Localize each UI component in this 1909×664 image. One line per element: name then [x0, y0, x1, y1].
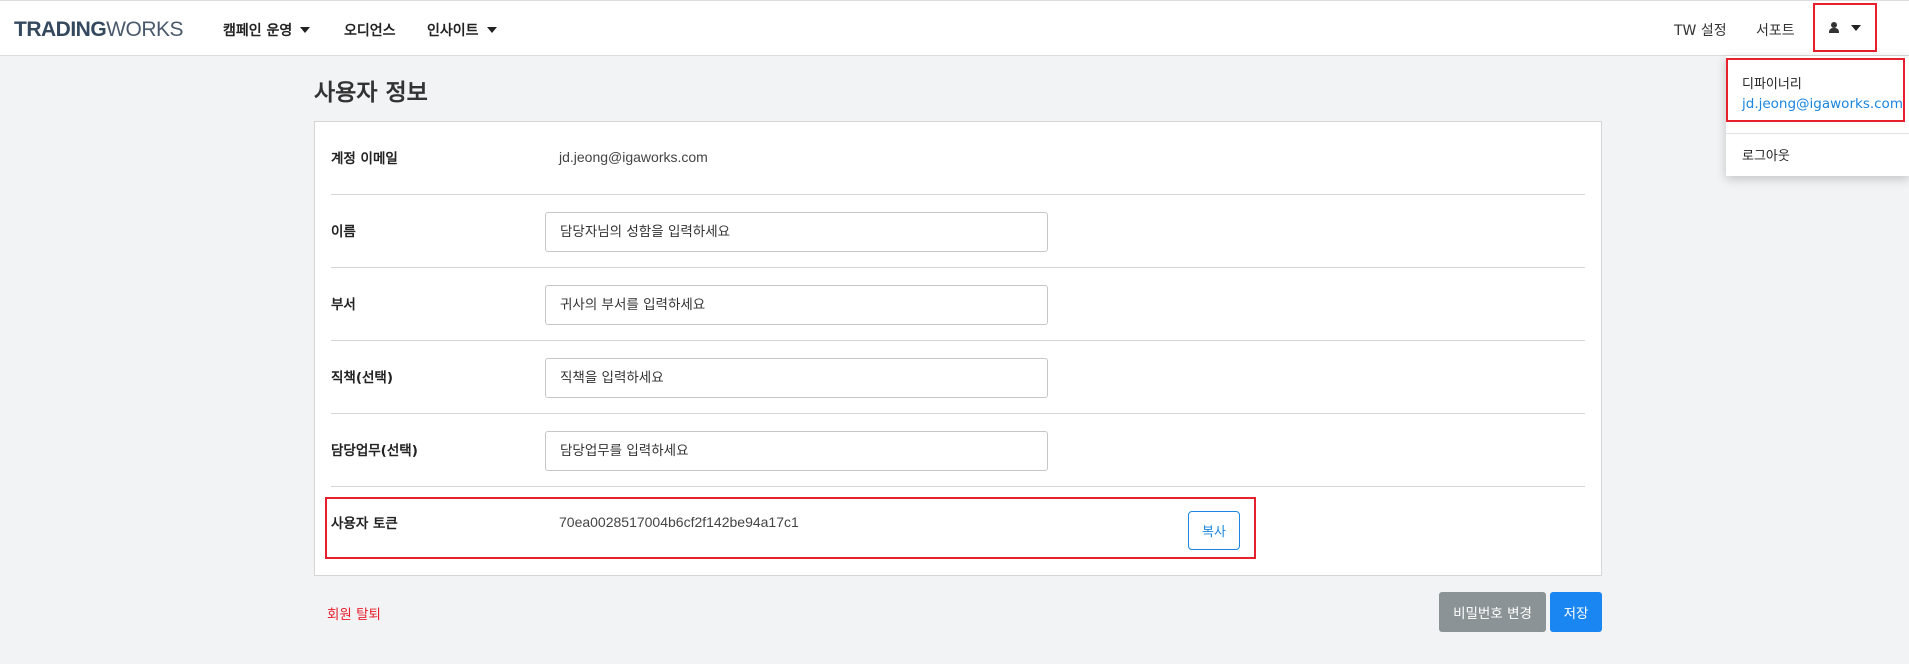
chevron-down-icon	[300, 27, 311, 33]
account-email-label: 계정 이메일	[331, 151, 398, 167]
chevron-down-icon	[486, 27, 497, 33]
dropdown-user-name: 디파이너리	[1742, 77, 1802, 92]
name-label: 이름	[331, 224, 356, 240]
row-account-email: 계정 이메일 jd.jeong@igaworks.com	[331, 122, 1585, 195]
user-token-highlight	[325, 497, 1256, 559]
logout-menu-item[interactable]: 로그아웃	[1742, 145, 1790, 164]
logo-bold-text: TRADING	[14, 18, 107, 41]
nav-insight[interactable]: 인사이트	[427, 20, 497, 40]
responsibility-input[interactable]	[545, 431, 1048, 471]
nav-support[interactable]: 서포트	[1756, 20, 1795, 40]
nav-campaign-operation[interactable]: 캠페인 운영	[223, 20, 311, 40]
nav-tw-settings[interactable]: TW 설정	[1674, 20, 1727, 40]
department-input[interactable]	[545, 285, 1048, 325]
position-input[interactable]	[545, 358, 1048, 398]
nav-audience-label: 오디언스	[344, 23, 396, 39]
nav-audience[interactable]: 오디언스	[344, 20, 396, 40]
user-icon	[1829, 22, 1839, 33]
copy-token-button[interactable]: 복사	[1188, 511, 1240, 550]
row-position: 직책(선택)	[331, 341, 1585, 414]
position-label: 직책(선택)	[331, 370, 394, 386]
user-dropdown-menu: 디파이너리 jd.jeong@igaworks.com 로그아웃	[1726, 56, 1909, 176]
name-input[interactable]	[545, 212, 1048, 252]
chevron-down-icon	[1851, 24, 1861, 31]
withdraw-membership-link[interactable]: 회원 탈퇴	[327, 603, 381, 623]
row-name: 이름	[331, 195, 1585, 268]
logo-light-text: WORKS	[106, 18, 184, 41]
row-responsibility: 담당업무(선택)	[331, 414, 1585, 487]
top-navigation-bar: TRADINGWORKS 캠페인 운영 오디언스 인사이트 TW 설정 서포트	[0, 0, 1909, 56]
row-department: 부서	[331, 268, 1585, 341]
user-menu-button[interactable]	[1813, 3, 1877, 52]
department-label: 부서	[331, 297, 356, 313]
tradingworks-logo[interactable]: TRADINGWORKS	[14, 18, 184, 42]
dropdown-user-info: 디파이너리 jd.jeong@igaworks.com	[1726, 58, 1905, 122]
account-email-value: jd.jeong@igaworks.com	[559, 149, 708, 165]
dropdown-user-email[interactable]: jd.jeong@igaworks.com	[1742, 94, 1903, 114]
nav-campaign-label: 캠페인 운영	[223, 23, 293, 39]
change-password-button[interactable]: 비밀번호 변경	[1439, 592, 1546, 632]
save-button[interactable]: 저장	[1550, 592, 1602, 632]
page-title: 사용자 정보	[314, 80, 428, 106]
responsibility-label: 담당업무(선택)	[331, 443, 418, 459]
dropdown-divider	[1726, 133, 1909, 134]
nav-insight-label: 인사이트	[427, 23, 479, 39]
